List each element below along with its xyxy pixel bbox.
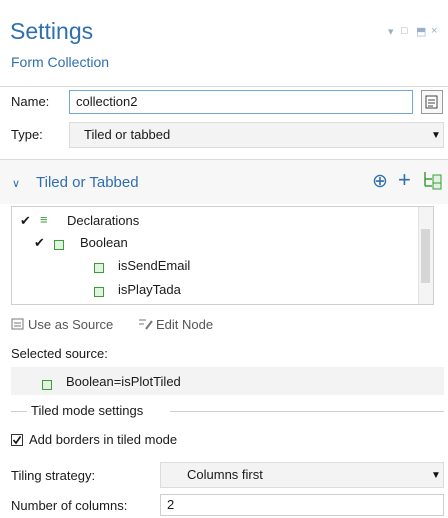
tree-expand-icon[interactable]: ✔ [34,235,45,251]
group-title: Tiled mode settings [31,403,144,418]
chevron-down-icon[interactable]: ∨ [12,177,20,190]
check-icon [12,436,22,445]
borders-checkbox[interactable] [11,434,23,446]
columns-input[interactable]: 2 [160,494,444,516]
page-subtitle: Form Collection [11,54,110,70]
type-select[interactable]: Tiled or tabbed [69,122,444,148]
type-label: Type: [11,127,43,142]
boolean-icon [94,283,104,298]
tree-item-isplaytada[interactable]: isPlayTada [118,282,181,297]
group-line [11,411,27,412]
use-as-source-icon [11,317,25,331]
edit-node-icon [138,317,154,331]
tree-expand-icon[interactable]: ✔ [20,213,31,229]
maximize-icon[interactable]: □ [401,25,408,37]
tree-item-declarations[interactable]: Declarations [67,213,139,228]
tree-view[interactable]: ✔ ≡ Declarations ✔ Boolean isSendEmail i… [11,206,434,305]
page-title: Settings [10,18,94,44]
group-line [170,411,444,412]
boolean-icon [94,259,104,274]
header-divider [0,86,448,87]
selected-source-label: Selected source: [11,346,108,361]
notes-icon [425,95,438,109]
columns-label: Number of columns: [11,498,128,513]
tree-item-boolean[interactable]: Boolean [80,235,128,250]
strategy-select[interactable]: Columns first [160,462,444,488]
add-circle-icon[interactable]: ⊕ [372,170,388,193]
type-value: Tiled or tabbed [84,127,171,142]
dropdown-icon[interactable]: ▾ [388,25,394,38]
pin-icon[interactable]: ⬒ [416,25,426,38]
use-as-source-button[interactable]: Use as Source [28,317,113,332]
name-input[interactable]: collection2 [69,90,413,114]
tree-add-icon[interactable] [422,170,446,190]
name-value: collection2 [76,94,138,109]
boolean-icon [54,236,64,251]
scrollbar-thumb[interactable] [421,229,430,283]
name-label: Name: [11,94,50,109]
plus-icon[interactable]: + [398,167,411,193]
edit-label-button[interactable] [421,90,443,114]
edit-node-button[interactable]: Edit Node [156,317,213,332]
strategy-label: Tiling strategy: [11,468,96,483]
tree-item-issendemail[interactable]: isSendEmail [118,258,190,273]
list-icon: ≡ [40,212,48,227]
tree-scrollbar[interactable] [418,207,433,304]
chevron-down-icon: ▼ [431,130,441,141]
chevron-down-icon: ▼ [431,470,441,481]
close-icon[interactable]: × [431,25,437,37]
columns-value: 2 [167,497,175,512]
section-title[interactable]: Tiled or Tabbed [36,174,139,191]
selected-source-value: Boolean=isPlotTiled [66,374,181,389]
strategy-value: Columns first [187,467,263,482]
boolean-icon [42,376,52,391]
borders-label[interactable]: Add borders in tiled mode [29,432,177,447]
